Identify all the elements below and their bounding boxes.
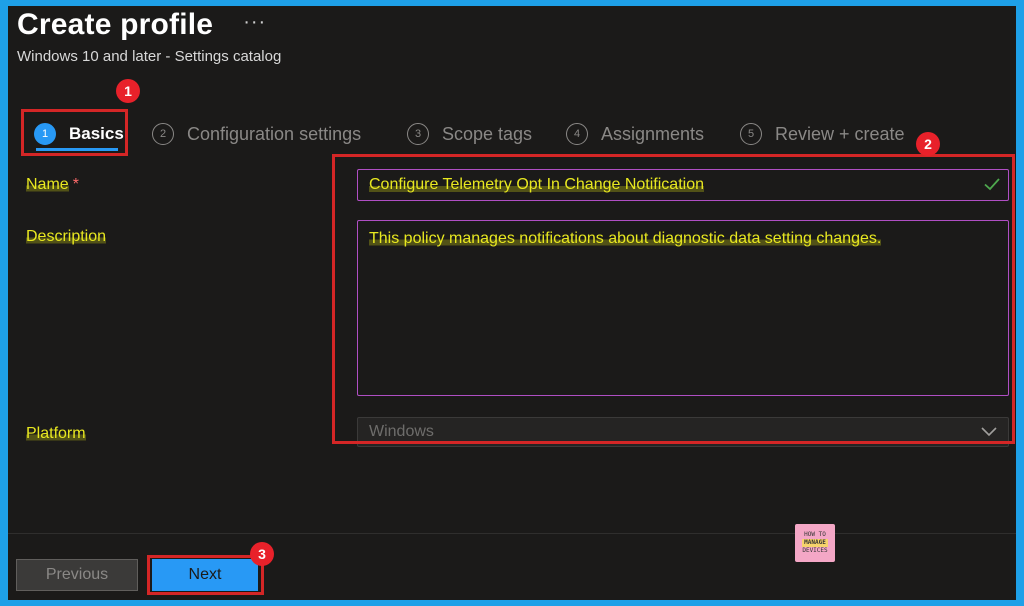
name-input-value: Configure Telemetry Opt In Change Notifi… <box>369 176 704 194</box>
tab-assignments[interactable]: 4 Assignments <box>566 114 704 154</box>
step-number-icon: 5 <box>740 123 762 145</box>
previous-button[interactable]: Previous <box>16 559 138 591</box>
tab-label: Scope tags <box>442 123 533 144</box>
logo-line-2: MANAGE <box>802 539 828 547</box>
name-input[interactable]: Configure Telemetry Opt In Change Notifi… <box>357 169 1009 201</box>
tab-label: Review + create <box>775 123 905 144</box>
annotation-badge-2: 2 <box>916 132 940 156</box>
platform-label-text: Platform <box>26 425 86 442</box>
description-textarea[interactable]: This policy manages notifications about … <box>357 220 1009 396</box>
how-to-manage-devices-logo: HOW TO MANAGE DEVICES <box>795 524 835 562</box>
more-options-icon[interactable]: ··· <box>243 11 266 34</box>
tab-review-create[interactable]: 5 Review + create <box>740 114 905 154</box>
description-label-text: Description <box>26 228 107 245</box>
step-number-icon: 3 <box>407 123 429 145</box>
name-label: Name * <box>26 176 79 194</box>
page-title: Create profile <box>17 8 214 41</box>
platform-label: Platform <box>26 425 86 443</box>
checkmark-icon <box>984 178 1000 191</box>
platform-value: Windows <box>369 423 434 440</box>
tab-scope-tags[interactable]: 3 Scope tags <box>407 114 532 154</box>
name-label-text: Name <box>26 176 69 193</box>
description-value: This policy manages notifications about … <box>369 230 882 247</box>
footer-divider <box>8 533 1016 534</box>
annotation-badge-3: 3 <box>250 542 274 566</box>
chevron-down-icon <box>981 427 997 437</box>
page-subtitle: Windows 10 and later - Settings catalog <box>17 48 282 65</box>
tab-label: Basics <box>69 124 124 143</box>
next-button[interactable]: Next <box>152 559 258 591</box>
active-tab-indicator <box>36 148 118 151</box>
annotation-badge-1: 1 <box>116 79 140 103</box>
wizard-steps: 1 Basics 2 Configuration settings 3 Scop… <box>26 114 1006 154</box>
tab-configuration-settings[interactable]: 2 Configuration settings <box>152 114 361 154</box>
tab-label: Configuration settings <box>187 123 362 144</box>
logo-line-1: HOW TO <box>804 531 826 538</box>
create-profile-pane: Create profile ··· Windows 10 and later … <box>8 6 1016 600</box>
step-number-icon: 4 <box>566 123 588 145</box>
description-label: Description <box>26 228 107 246</box>
tab-label: Assignments <box>601 123 705 144</box>
step-number-icon: 2 <box>152 123 174 145</box>
platform-dropdown[interactable]: Windows <box>357 417 1009 447</box>
title-row: Create profile ··· <box>17 8 266 42</box>
tab-basics[interactable]: 1 Basics <box>34 114 124 154</box>
logo-line-3: DEVICES <box>802 547 828 554</box>
required-marker: * <box>72 176 79 193</box>
step-number-icon: 1 <box>34 123 56 145</box>
